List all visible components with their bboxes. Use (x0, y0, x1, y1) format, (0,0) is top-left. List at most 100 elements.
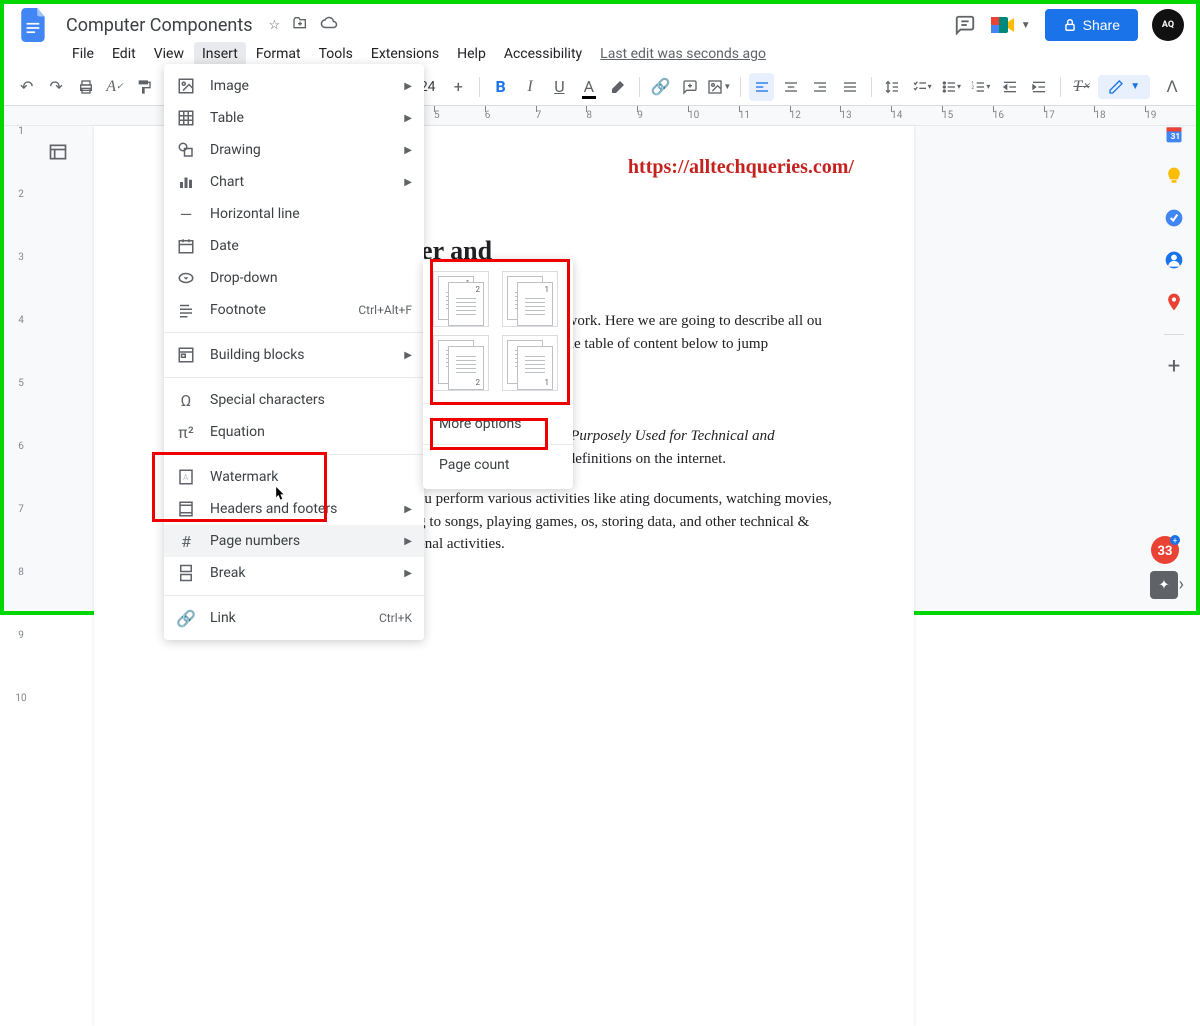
print-button[interactable] (73, 73, 98, 101)
insert-menu-dropdown: Image▶Table▶Drawing▶Chart▶—Horizontal li… (164, 64, 424, 640)
insert-date[interactable]: Date (164, 230, 424, 262)
insert-chart[interactable]: Chart▶ (164, 166, 424, 198)
paint-format-button[interactable] (132, 73, 157, 101)
text-color-button[interactable]: A (576, 73, 601, 101)
image-icon (176, 76, 196, 96)
italic-button[interactable]: I (517, 73, 542, 101)
calendar-icon[interactable]: 31 (1164, 124, 1184, 144)
insert-break[interactable]: Break▶ (164, 557, 424, 589)
account-avatar[interactable]: AQ (1152, 9, 1184, 41)
page-numbers-submenu: 1 2 1 1 2 1 More options Page count (423, 259, 573, 489)
pi-icon: π² (176, 422, 196, 442)
numbered-list-button[interactable]: 12▾ (968, 73, 993, 101)
menu-view[interactable]: View (146, 42, 192, 66)
vertical-ruler: 12345678910 (12, 126, 30, 611)
star-icon[interactable]: ☆ (269, 18, 281, 33)
side-panel: 31 + (1164, 124, 1184, 377)
line-spacing-button[interactable] (879, 73, 904, 101)
last-edit-link[interactable]: Last edit was seconds ago (600, 46, 766, 62)
menu-extensions[interactable]: Extensions (363, 42, 447, 66)
submenu-arrow-icon: ▶ (404, 81, 412, 92)
menu-edit[interactable]: Edit (104, 42, 144, 66)
insert-table[interactable]: Table▶ (164, 102, 424, 134)
insert-equation[interactable]: π²Equation (164, 416, 424, 448)
page-number-preset-bottom-right[interactable]: 1 2 (433, 335, 489, 391)
outline-button[interactable] (44, 138, 72, 166)
keep-icon[interactable] (1164, 166, 1184, 186)
drawing-icon (176, 140, 196, 160)
redo-button[interactable]: ↷ (43, 73, 68, 101)
page-number-preset-bottom-right-skip-first[interactable]: 1 (502, 335, 558, 391)
link-icon: 🔗 (176, 608, 196, 628)
insert-image[interactable]: Image▶ (164, 70, 424, 102)
hf-icon (176, 499, 196, 519)
insert-special-characters[interactable]: ΩSpecial characters (164, 384, 424, 416)
chat-notification-badge[interactable]: 33+ (1148, 533, 1178, 563)
insert-link-button[interactable]: 🔗 (648, 73, 673, 101)
expand-side-panel-button[interactable]: › (1179, 574, 1184, 595)
more-options-item[interactable]: More options (423, 408, 573, 440)
underline-button[interactable]: U (547, 73, 572, 101)
svg-text:2: 2 (972, 85, 975, 91)
move-icon[interactable] (292, 15, 308, 35)
comment-history-button[interactable] (953, 13, 977, 37)
cloud-status-icon[interactable] (320, 14, 338, 36)
menu-help[interactable]: Help (449, 42, 494, 66)
insert-image-button[interactable]: ▼ (707, 73, 732, 101)
increase-indent-button[interactable] (1027, 73, 1052, 101)
highlight-button[interactable] (606, 73, 631, 101)
insert-footnote[interactable]: FootnoteCtrl+Alt+F (164, 294, 424, 326)
checklist-button[interactable]: ▾ (909, 73, 934, 101)
decrease-indent-button[interactable] (997, 73, 1022, 101)
menu-insert[interactable]: Insert (194, 42, 246, 66)
submenu-arrow-icon: ▶ (404, 350, 412, 361)
insert-drop-down[interactable]: Drop-down (164, 262, 424, 294)
meet-button[interactable]: ▼ (991, 15, 1031, 35)
watermark-icon: A (176, 467, 196, 487)
menu-accessibility[interactable]: Accessibility (496, 42, 590, 66)
dropdown-icon (176, 268, 196, 288)
submenu-arrow-icon: ▶ (404, 568, 412, 579)
submenu-arrow-icon: ▶ (404, 177, 412, 188)
hr-icon: — (176, 204, 196, 224)
bulleted-list-button[interactable]: ▾ (938, 73, 963, 101)
page-number-preset-top-right[interactable]: 1 2 (433, 271, 489, 327)
menu-format[interactable]: Format (248, 42, 309, 66)
align-left-button[interactable] (749, 73, 774, 101)
font-size-increase[interactable]: + (446, 73, 471, 101)
insert-building-blocks[interactable]: Building blocks▶ (164, 339, 424, 371)
submenu-arrow-icon: ▶ (404, 536, 412, 547)
spellcheck-button[interactable]: A✓ (102, 73, 127, 101)
document-title[interactable]: Computer Components (62, 13, 257, 38)
add-comment-button[interactable] (677, 73, 702, 101)
insert-horizontal-line[interactable]: —Horizontal line (164, 198, 424, 230)
clear-formatting-button[interactable]: T✕ (1069, 73, 1094, 101)
explore-button[interactable]: ✦ (1150, 571, 1178, 599)
page-count-item[interactable]: Page count (423, 449, 573, 481)
docs-logo[interactable] (16, 7, 52, 43)
maps-icon[interactable] (1164, 292, 1184, 312)
insert-page-numbers[interactable]: #Page numbers▶ (164, 525, 424, 557)
insert-link[interactable]: 🔗LinkCtrl+K (164, 602, 424, 634)
menu-tools[interactable]: Tools (311, 42, 361, 66)
page-number-preset-top-right-skip-first[interactable]: 1 (502, 271, 558, 327)
share-button[interactable]: Share (1045, 9, 1138, 41)
svg-text:+: + (1173, 536, 1178, 545)
align-right-button[interactable] (808, 73, 833, 101)
contacts-icon[interactable] (1164, 250, 1184, 270)
collapse-toolbar-button[interactable]: ᐱ (1158, 73, 1186, 101)
insert-watermark[interactable]: AWatermark (164, 461, 424, 493)
undo-button[interactable]: ↶ (14, 73, 39, 101)
editing-mode-button[interactable]: ▼ (1098, 75, 1150, 99)
menu-file[interactable]: File (64, 42, 102, 66)
align-center-button[interactable] (778, 73, 803, 101)
align-justify-button[interactable] (837, 73, 862, 101)
footnote-icon (176, 300, 196, 320)
tasks-icon[interactable] (1164, 208, 1184, 228)
insert-headers-and-footers[interactable]: Headers and footers▶ (164, 493, 424, 525)
bold-button[interactable]: B (488, 73, 513, 101)
addons-plus-icon[interactable]: + (1164, 357, 1184, 377)
insert-drawing[interactable]: Drawing▶ (164, 134, 424, 166)
svg-text:31: 31 (1171, 132, 1181, 142)
blocks-icon (176, 345, 196, 365)
